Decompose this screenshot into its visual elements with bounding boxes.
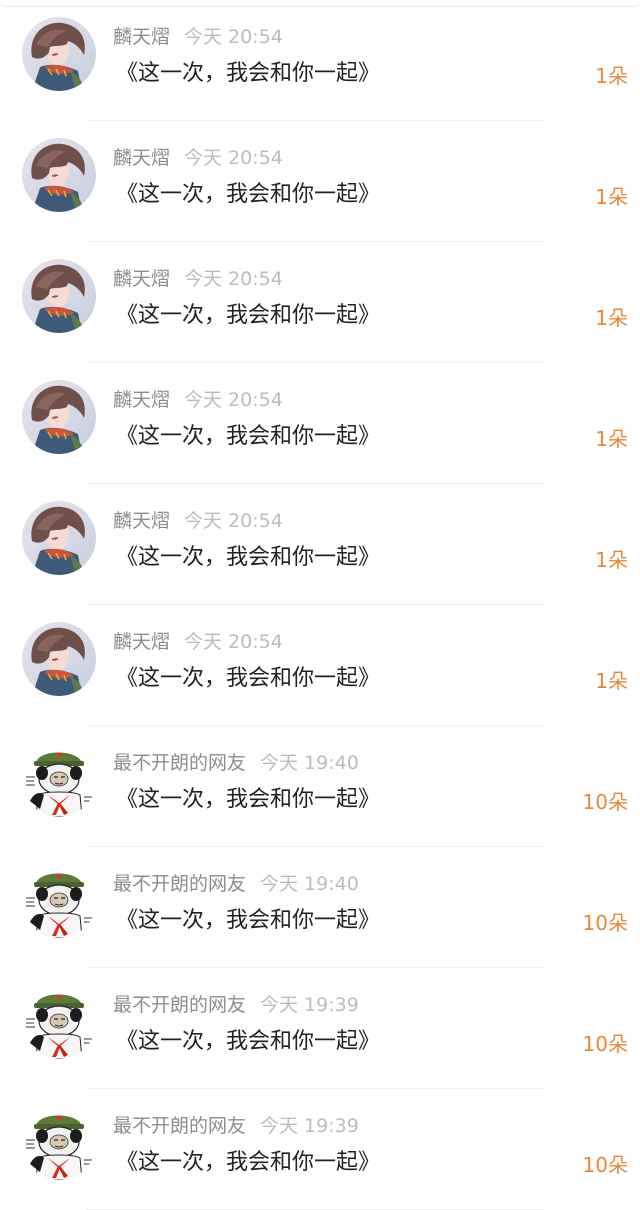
username[interactable]: 麟天熠 xyxy=(113,26,170,48)
message-text: 《这一次，我会和你一起》 xyxy=(116,61,381,86)
message-text: 《这一次，我会和你一起》 xyxy=(116,424,381,449)
item-meta: 最不开朗的网友 今天 19:39 xyxy=(113,1113,359,1139)
message-text: 《这一次，我会和你一起》 xyxy=(116,303,381,328)
message-text: 《这一次，我会和你一起》 xyxy=(116,545,381,570)
timestamp: 今天 19:39 xyxy=(260,1115,359,1137)
item-meta: 最不开朗的网友 今天 19:40 xyxy=(113,750,359,776)
item-meta: 最不开朗的网友 今天 19:40 xyxy=(113,871,359,897)
timestamp: 今天 20:54 xyxy=(184,26,283,48)
item-meta: 麟天熠 今天 20:54 xyxy=(113,387,283,413)
username[interactable]: 最不开朗的网友 xyxy=(113,752,246,774)
avatar[interactable] xyxy=(22,380,96,454)
avatar[interactable] xyxy=(22,622,96,696)
gift-count: 1朵 xyxy=(595,548,628,572)
gift-count: 10朵 xyxy=(582,790,628,814)
username[interactable]: 麟天熠 xyxy=(113,389,170,411)
avatar[interactable] xyxy=(22,138,96,212)
message-text: 《这一次，我会和你一起》 xyxy=(116,666,381,691)
gift-count: 10朵 xyxy=(582,911,628,935)
avatar[interactable] xyxy=(22,17,96,91)
gift-count: 1朵 xyxy=(595,306,628,330)
item-meta: 麟天熠 今天 20:54 xyxy=(113,145,283,171)
item-meta: 麟天熠 今天 20:54 xyxy=(113,508,283,534)
timestamp: 今天 20:54 xyxy=(184,389,283,411)
message-text: 《这一次，我会和你一起》 xyxy=(116,787,381,812)
list-item[interactable]: 麟天熠 今天 20:54 《这一次，我会和你一起》 1朵 xyxy=(0,605,640,726)
list-item[interactable]: 最不开朗的网友 今天 19:40 《这一次，我会和你一起》 10朵 xyxy=(0,726,640,847)
item-meta: 最不开朗的网友 今天 19:39 xyxy=(113,992,359,1018)
timestamp: 今天 19:40 xyxy=(260,873,359,895)
message-text: 《这一次，我会和你一起》 xyxy=(116,1150,381,1175)
gift-count: 10朵 xyxy=(582,1153,628,1177)
gift-count: 1朵 xyxy=(595,64,628,88)
timestamp: 今天 20:54 xyxy=(184,147,283,169)
avatar[interactable] xyxy=(22,1106,96,1180)
gift-count: 10朵 xyxy=(582,1032,628,1056)
list-item[interactable]: 最不开朗的网友 今天 19:39 《这一次，我会和你一起》 10朵 xyxy=(0,968,640,1089)
message-text: 《这一次，我会和你一起》 xyxy=(116,182,381,207)
message-text: 《这一次，我会和你一起》 xyxy=(116,1029,381,1054)
username[interactable]: 最不开朗的网友 xyxy=(113,873,246,895)
username[interactable]: 最不开朗的网友 xyxy=(113,1115,246,1137)
avatar[interactable] xyxy=(22,864,96,938)
username[interactable]: 麟天熠 xyxy=(113,510,170,532)
gift-count: 1朵 xyxy=(595,185,628,209)
list-item[interactable]: 麟天熠 今天 20:54 《这一次，我会和你一起》 1朵 xyxy=(0,484,640,605)
list-item[interactable]: 最不开朗的网友 今天 19:40 《这一次，我会和你一起》 10朵 xyxy=(0,847,640,968)
avatar[interactable] xyxy=(22,743,96,817)
gift-count: 1朵 xyxy=(595,669,628,693)
avatar[interactable] xyxy=(22,501,96,575)
timestamp: 今天 20:54 xyxy=(184,631,283,653)
list-item[interactable]: 最不开朗的网友 今天 19:39 《这一次，我会和你一起》 10朵 xyxy=(0,1089,640,1210)
list-item[interactable]: 麟天熠 今天 20:54 《这一次，我会和你一起》 1朵 xyxy=(0,363,640,484)
gift-count: 1朵 xyxy=(595,427,628,451)
item-meta: 麟天熠 今天 20:54 xyxy=(113,266,283,292)
timestamp: 今天 20:54 xyxy=(184,268,283,290)
item-meta: 麟天熠 今天 20:54 xyxy=(113,629,283,655)
list-item[interactable]: 麟天熠 今天 20:54 《这一次，我会和你一起》 1朵 xyxy=(0,121,640,242)
username[interactable]: 麟天熠 xyxy=(113,268,170,290)
timestamp: 今天 19:39 xyxy=(260,994,359,1016)
timestamp: 今天 20:54 xyxy=(184,510,283,532)
item-meta: 麟天熠 今天 20:54 xyxy=(113,24,283,50)
username[interactable]: 麟天熠 xyxy=(113,631,170,653)
timestamp: 今天 19:40 xyxy=(260,752,359,774)
avatar[interactable] xyxy=(22,259,96,333)
avatar[interactable] xyxy=(22,985,96,1059)
message-text: 《这一次，我会和你一起》 xyxy=(116,908,381,933)
username[interactable]: 最不开朗的网友 xyxy=(113,994,246,1016)
list-item[interactable]: 麟天熠 今天 20:54 《这一次，我会和你一起》 1朵 xyxy=(0,0,640,121)
gift-record-list: 麟天熠 今天 20:54 《这一次，我会和你一起》 1朵 麟天熠 今天 20:54 《这一… xyxy=(0,0,640,1210)
username[interactable]: 麟天熠 xyxy=(113,147,170,169)
list-item[interactable]: 麟天熠 今天 20:54 《这一次，我会和你一起》 1朵 xyxy=(0,242,640,363)
